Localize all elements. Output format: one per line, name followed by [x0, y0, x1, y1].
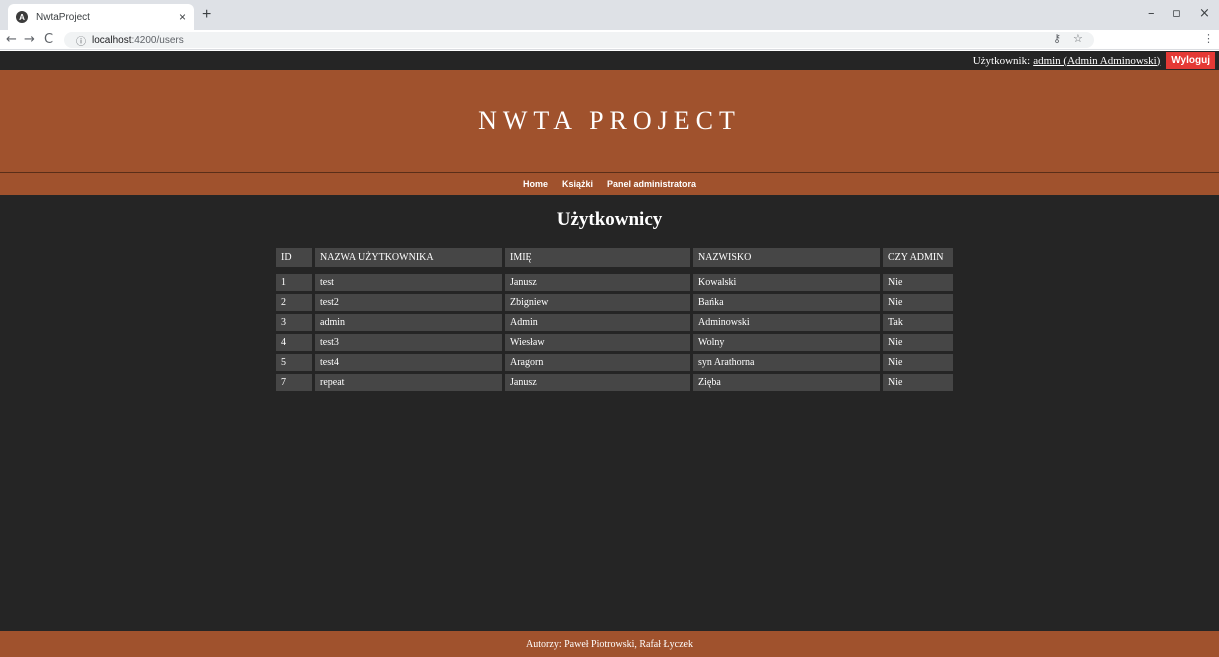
- user-label: Użytkownik:: [972, 54, 1031, 67]
- cell-username: repeat: [315, 374, 502, 391]
- table-row: 4 test3 Wiesław Wolny Nie: [276, 334, 953, 351]
- forward-arrow-icon[interactable]: →: [24, 32, 35, 47]
- cell-id: 2: [276, 294, 312, 311]
- info-icon[interactable]: ⓘ: [76, 33, 86, 48]
- tab-close-icon[interactable]: ×: [179, 10, 186, 24]
- cell-first-name: Zbigniew: [505, 294, 690, 311]
- cell-last-name: Adminowski: [693, 314, 880, 331]
- table-row: 3 admin Admin Adminowski Tak: [276, 314, 953, 331]
- logout-button[interactable]: Wyloguj: [1166, 52, 1215, 69]
- cell-id: 4: [276, 334, 312, 351]
- nav-admin-panel[interactable]: Panel administratora: [607, 179, 696, 189]
- url-text: localhost:4200/users: [92, 35, 184, 46]
- column-header-username: NAZWA UŻYTKOWNIKA: [315, 248, 502, 267]
- menu-icon[interactable]: ⋮: [1203, 32, 1214, 45]
- table-row: 1 test Janusz Kowalski Nie: [276, 274, 953, 291]
- cell-is-admin: Nie: [883, 354, 953, 371]
- cell-username: admin: [315, 314, 502, 331]
- cell-id: 5: [276, 354, 312, 371]
- url-host: localhost: [92, 34, 132, 46]
- table-spacer: [276, 270, 953, 271]
- angular-favicon-icon: A: [16, 11, 28, 23]
- cell-is-admin: Nie: [883, 294, 953, 311]
- tab-title: NwtaProject: [36, 11, 90, 23]
- browser-toolbar: ← → C ⓘ localhost:4200/users ⚷ ☆ ⋮: [0, 30, 1219, 50]
- cell-first-name: Janusz: [505, 274, 690, 291]
- address-bar[interactable]: ⓘ localhost:4200/users: [64, 32, 1094, 48]
- cell-last-name: syn Arathorna: [693, 354, 880, 371]
- maximize-icon[interactable]: ▫: [1172, 6, 1181, 21]
- main-nav: Home Książki Panel administratora: [0, 173, 1219, 195]
- cell-first-name: Janusz: [505, 374, 690, 391]
- cell-id: 1: [276, 274, 312, 291]
- cell-last-name: Zięba: [693, 374, 880, 391]
- table-row: 2 test2 Zbigniew Bańka Nie: [276, 294, 953, 311]
- cell-is-admin: Nie: [883, 274, 953, 291]
- page-title: Użytkownicy: [556, 209, 663, 230]
- window-close-icon[interactable]: ×: [1199, 6, 1210, 21]
- column-header-last-name: NAZWISKO: [693, 248, 880, 267]
- reload-icon[interactable]: C: [44, 32, 53, 47]
- cell-last-name: Bańka: [693, 294, 880, 311]
- cell-first-name: Wiesław: [505, 334, 690, 351]
- site-title: NWTA PROJECT: [478, 106, 741, 135]
- column-header-id: ID: [276, 248, 312, 267]
- cell-username: test2: [315, 294, 502, 311]
- footer-authors: Autorzy: Paweł Piotrowski, Rafał Łyczek: [526, 638, 693, 650]
- back-arrow-icon[interactable]: ←: [6, 32, 17, 47]
- column-header-is-admin: CZY ADMIN: [883, 248, 953, 267]
- users-table: ID NAZWA UŻYTKOWNIKA IMIĘ NAZWISKO CZY A…: [273, 245, 956, 394]
- cell-first-name: Admin: [505, 314, 690, 331]
- nav-home[interactable]: Home: [523, 179, 548, 189]
- table-header-row: ID NAZWA UŻYTKOWNIKA IMIĘ NAZWISKO CZY A…: [276, 248, 953, 267]
- cell-is-admin: Nie: [883, 374, 953, 391]
- cell-id: 7: [276, 374, 312, 391]
- user-bar: Użytkownik: admin (Admin Adminowski) Wyl…: [0, 51, 1219, 70]
- cell-username: test: [315, 274, 502, 291]
- column-header-first-name: IMIĘ: [505, 248, 690, 267]
- key-icon[interactable]: ⚷: [1053, 32, 1061, 45]
- cell-is-admin: Nie: [883, 334, 953, 351]
- spacer-cell: [276, 270, 953, 271]
- url-path: :4200/users: [131, 34, 184, 46]
- browser-tabstrip: A NwtaProject × + – ▫ ×: [0, 0, 1219, 30]
- cell-id: 3: [276, 314, 312, 331]
- cell-last-name: Wolny: [693, 334, 880, 351]
- minimize-icon[interactable]: –: [1148, 6, 1155, 21]
- new-tab-button[interactable]: +: [202, 6, 211, 24]
- browser-tab[interactable]: A NwtaProject ×: [8, 4, 194, 30]
- nav-books[interactable]: Książki: [562, 179, 593, 189]
- site-footer: Autorzy: Paweł Piotrowski, Rafał Łyczek: [0, 631, 1219, 657]
- user-profile-link[interactable]: admin (Admin Adminowski): [1033, 55, 1160, 67]
- cell-last-name: Kowalski: [693, 274, 880, 291]
- page-content: Użytkownik: admin (Admin Adminowski) Wyl…: [0, 51, 1219, 657]
- star-icon[interactable]: ☆: [1073, 32, 1083, 45]
- table-row: 7 repeat Janusz Zięba Nie: [276, 374, 953, 391]
- cell-username: test4: [315, 354, 502, 371]
- cell-first-name: Aragorn: [505, 354, 690, 371]
- cell-is-admin: Tak: [883, 314, 953, 331]
- cell-username: test3: [315, 334, 502, 351]
- table-row: 5 test4 Aragorn syn Arathorna Nie: [276, 354, 953, 371]
- site-header: NWTA PROJECT: [0, 70, 1219, 173]
